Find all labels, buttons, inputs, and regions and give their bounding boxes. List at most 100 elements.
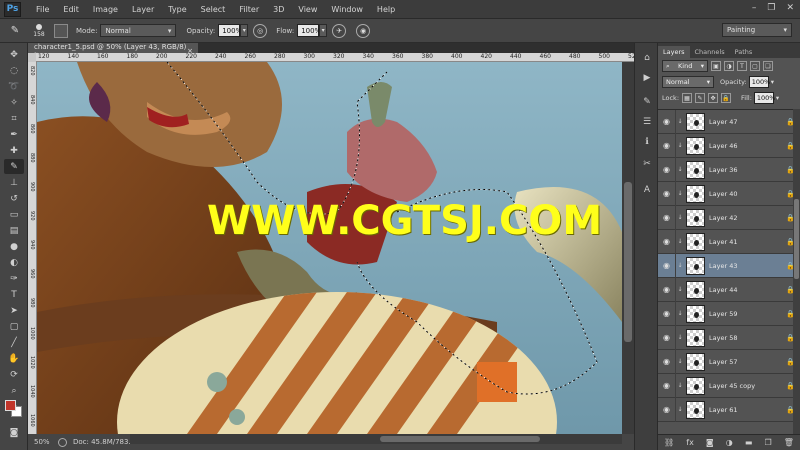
layer-row[interactable]: ◉ ↓ Layer 45 copy 🔒 — [658, 373, 800, 398]
mode-dropdown[interactable]: Normal ▾ — [100, 24, 177, 37]
actions-panel-icon[interactable]: ▶ — [640, 71, 654, 84]
layer-name[interactable]: Layer 42 — [709, 214, 786, 222]
character-panel-icon[interactable]: A — [640, 183, 654, 196]
history-brush-tool-icon[interactable]: ↺ — [4, 191, 24, 206]
flow-slider-toggle[interactable]: ▾ — [319, 24, 328, 37]
info-icon[interactable] — [58, 437, 67, 447]
layer-thumbnail[interactable] — [686, 184, 705, 203]
brush-preset-picker[interactable]: 158 — [28, 22, 50, 40]
layer-name[interactable]: Layer 59 — [709, 310, 786, 318]
visibility-eye-icon[interactable]: ◉ — [658, 301, 676, 326]
lock-all-icon[interactable]: 🔒 — [721, 93, 732, 103]
fill-input[interactable]: 100% — [753, 92, 775, 104]
layer-row[interactable]: ◉ ↓ Layer 41 🔒 — [658, 229, 800, 254]
visibility-eye-icon[interactable]: ◉ — [658, 181, 676, 206]
menu-layer[interactable]: Layer — [125, 5, 161, 14]
filter-pixel-icon[interactable]: ▣ — [711, 61, 721, 71]
tool-presets-panel-icon[interactable]: ✂ — [640, 157, 654, 170]
visibility-eye-icon[interactable]: ◉ — [658, 229, 676, 254]
menu-type[interactable]: Type — [161, 5, 193, 14]
document-canvas[interactable]: WWW.CGTSJ.COM — [37, 62, 622, 434]
layer-row[interactable]: ◉ ↓ Layer 59 🔒 — [658, 301, 800, 326]
quick-mask-icon[interactable]: ◙ — [4, 425, 24, 440]
tab-layers[interactable]: Layers — [658, 46, 690, 58]
layer-name[interactable]: Layer 57 — [709, 358, 786, 366]
horizontal-ruler[interactable]: 120 140 160 180 200 220 240 260 280 300 320 340 360 3… — [36, 53, 658, 62]
layer-row[interactable]: ◉ ↓ Layer 57 🔒 — [658, 349, 800, 374]
tab-channels[interactable]: Channels — [690, 46, 730, 58]
quick-select-tool-icon[interactable]: ✧ — [4, 95, 24, 110]
layer-name[interactable]: Layer 41 — [709, 238, 786, 246]
eyedropper-tool-icon[interactable]: ✒ — [4, 127, 24, 142]
layer-thumbnail[interactable] — [686, 352, 705, 371]
layer-row[interactable]: ◉ ↓ Layer 47 🔒 — [658, 110, 800, 134]
clone-stamp-tool-icon[interactable]: ⊥ — [4, 175, 24, 190]
ruler-origin[interactable] — [28, 53, 36, 62]
info-panel-icon[interactable]: ℹ — [640, 135, 654, 148]
filter-adjust-icon[interactable]: ◑ — [724, 61, 734, 71]
chevron-down-icon[interactable]: ▾ — [771, 78, 774, 86]
airbrush-icon[interactable]: ✈ — [332, 23, 347, 38]
layer-row[interactable]: ◉ ↓ Layer 44 🔒 — [658, 277, 800, 302]
layer-thumbnail[interactable] — [686, 376, 705, 395]
path-select-tool-icon[interactable]: ➤ — [4, 303, 24, 318]
layer-thumbnail[interactable] — [686, 328, 705, 347]
chevron-down-icon[interactable]: ▾ — [776, 94, 779, 102]
blend-mode-dropdown[interactable]: Normal ▾ — [662, 76, 714, 88]
zoom-tool-icon[interactable]: ⌕ — [4, 383, 24, 398]
layer-row[interactable]: ◉ ↓ Layer 46 🔒 — [658, 133, 800, 158]
layer-row[interactable]: ◉ ↓ Layer 58 🔒 — [658, 325, 800, 350]
layer-thumbnail[interactable] — [686, 232, 705, 251]
layer-thumbnail[interactable] — [686, 112, 705, 131]
brush-panel-icon[interactable]: ✎ — [640, 95, 654, 108]
menu-help[interactable]: Help — [370, 5, 402, 14]
layer-opacity-input[interactable]: 100% — [748, 76, 770, 88]
visibility-eye-icon[interactable]: ◉ — [658, 325, 676, 350]
pen-tool-icon[interactable]: ✑ — [4, 271, 24, 286]
layer-row[interactable]: ◉ ↓ Layer 40 🔒 — [658, 181, 800, 206]
lock-pixels-icon[interactable]: ✎ — [695, 93, 706, 103]
menu-file[interactable]: File — [29, 5, 56, 14]
menu-view[interactable]: View — [291, 5, 324, 14]
layer-thumbnail[interactable] — [686, 400, 705, 419]
foreground-color-swatch[interactable] — [5, 400, 16, 411]
dodge-tool-icon[interactable]: ◐ — [4, 255, 24, 270]
marquee-tool-icon[interactable]: ◌ — [4, 63, 24, 78]
layer-row[interactable]: ◉ ↓ Layer 61 🔒 — [658, 397, 800, 422]
eraser-tool-icon[interactable]: ▭ — [4, 207, 24, 222]
zoom-level[interactable]: 50% — [28, 438, 52, 446]
layer-thumbnail[interactable] — [686, 208, 705, 227]
vertical-ruler[interactable]: 820 840 860 880 900 920 940 960 980 1000 1020 1040 1… — [28, 62, 37, 434]
mask-icon[interactable]: ◙ — [706, 438, 714, 447]
layer-list-scrollbar[interactable] — [793, 109, 800, 434]
tool-preset-picker[interactable]: ✎ — [4, 22, 26, 40]
flow-input[interactable]: 100% — [297, 24, 321, 37]
layer-name[interactable]: Layer 47 — [709, 118, 786, 126]
properties-panel-icon[interactable]: ☰ — [640, 115, 654, 128]
restore-button[interactable]: ❐ — [767, 3, 775, 13]
layer-row[interactable]: ◉ ↓ Layer 43 🔒 — [658, 253, 800, 278]
brush-tool-icon[interactable]: ✎ — [4, 159, 24, 174]
scroll-thumb[interactable] — [380, 436, 540, 442]
menu-edit[interactable]: Edit — [56, 5, 86, 14]
layer-name[interactable]: Layer 36 — [709, 166, 786, 174]
menu-3d[interactable]: 3D — [266, 5, 291, 14]
layer-name[interactable]: Layer 43 — [709, 262, 786, 270]
visibility-eye-icon[interactable]: ◉ — [658, 373, 676, 398]
menu-image[interactable]: Image — [86, 5, 125, 14]
minimize-button[interactable]: – — [752, 3, 757, 13]
lock-transparent-icon[interactable]: ▦ — [682, 93, 693, 103]
visibility-eye-icon[interactable]: ◉ — [658, 253, 676, 278]
trash-icon[interactable]: 🗑 — [784, 438, 794, 447]
history-panel-icon[interactable]: ⌂ — [640, 51, 654, 64]
layer-name[interactable]: Layer 61 — [709, 406, 786, 414]
gradient-tool-icon[interactable]: ▤ — [4, 223, 24, 238]
line-tool-icon[interactable]: ╱ — [4, 335, 24, 350]
visibility-eye-icon[interactable]: ◉ — [658, 110, 676, 134]
adjustment-icon[interactable]: ◑ — [726, 438, 733, 447]
visibility-eye-icon[interactable]: ◉ — [658, 205, 676, 230]
layer-thumbnail[interactable] — [686, 160, 705, 179]
visibility-eye-icon[interactable]: ◉ — [658, 349, 676, 374]
layer-row[interactable]: ◉ ↓ Layer 36 🔒 — [658, 157, 800, 182]
move-tool-icon[interactable]: ✥ — [4, 47, 24, 62]
